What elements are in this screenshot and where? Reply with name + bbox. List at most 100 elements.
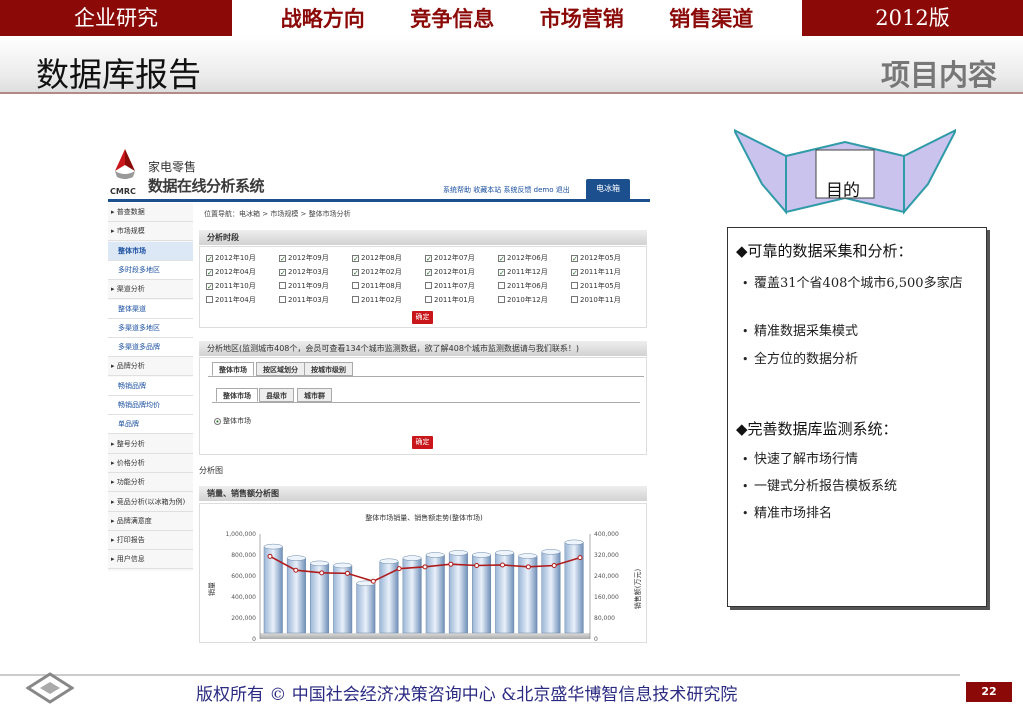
nav-sales-channel[interactable]: 销售渠道: [669, 3, 753, 33]
period-checkbox[interactable]: ✓ 2011年11月: [571, 267, 621, 277]
sidebar-item[interactable]: ▸ 普查数据: [108, 203, 193, 222]
line-point: [577, 555, 583, 561]
region-header: 分析地区(监测城市408个，会员可查看134个城市监测数据，欲了解408个城市监…: [199, 341, 647, 356]
period-checkbox[interactable]: 2011年02月: [352, 295, 402, 305]
period-checkbox[interactable]: ✓ 2012年03月: [279, 267, 329, 277]
bar-top: [286, 555, 306, 561]
sidebar-item[interactable]: ▸ 用户信息: [108, 550, 193, 570]
period-checkbox[interactable]: ✓ 2012年06月: [498, 253, 548, 263]
bar-top: [263, 543, 283, 550]
period-checkbox[interactable]: ✓ 2012年08月: [352, 253, 402, 263]
region-confirm-button[interactable]: 确定: [412, 436, 433, 449]
period-confirm-button[interactable]: 确定: [412, 311, 433, 324]
bar: [263, 546, 283, 634]
checked-box-icon: ✓: [425, 255, 432, 263]
y-tick-label: 1,000,000: [225, 531, 256, 538]
breadcrumb: 位置导航：电冰箱 > 市场规模 > 整体市场分析: [204, 210, 351, 218]
tab-region-overall[interactable]: 整体市场: [212, 362, 254, 376]
period-checkbox[interactable]: ✓ 2012年04月: [206, 267, 256, 277]
tab-refrigerator[interactable]: 电冰箱: [586, 179, 630, 199]
sidebar-item[interactable]: ▸ 价格分析: [108, 454, 193, 473]
y2-tick-label: 80,000: [594, 615, 615, 622]
sidebar-item[interactable]: 多渠道多品牌: [108, 338, 193, 358]
unchecked-box-icon: [279, 282, 286, 289]
period-checkbox[interactable]: 2011年05月: [571, 281, 621, 291]
sidebar-item[interactable]: 畅销品牌: [108, 376, 193, 396]
sidebar-item[interactable]: 单品牌: [108, 415, 193, 435]
period-checkbox[interactable]: 2011年01月: [425, 295, 475, 305]
nav-competition[interactable]: 竞争信息: [410, 3, 494, 33]
bar-top: [379, 558, 399, 565]
period-checkbox[interactable]: 2011年04月: [206, 295, 256, 305]
sidebar-item[interactable]: 畅销品牌均价: [108, 396, 193, 415]
sidebar-item[interactable]: 整体市场: [108, 241, 193, 261]
period-checkbox[interactable]: ✓ 2012年07月: [425, 253, 475, 263]
sidebar-item[interactable]: ▸ 整号分析: [108, 435, 193, 454]
y2-tick-label: 0: [594, 636, 598, 643]
period-label: 2012年08月: [361, 254, 402, 262]
checked-box-icon: ✓: [206, 269, 213, 277]
unchecked-box-icon: [425, 296, 432, 303]
period-checkbox[interactable]: ✓ 2012年05月: [571, 253, 621, 263]
sidebar-item[interactable]: ▸ 品牌满意度: [108, 512, 193, 531]
period-checkbox[interactable]: ✓ 2011年10月: [206, 281, 256, 291]
period-checkbox[interactable]: 2011年08月: [352, 281, 402, 291]
period-checkbox[interactable]: 2010年12月: [498, 295, 548, 305]
subtab-county[interactable]: 县级市: [259, 388, 294, 402]
line-point: [293, 567, 299, 573]
subtab-divider: [212, 402, 640, 403]
period-checkbox[interactable]: 2011年09月: [279, 281, 329, 291]
nav-marketing[interactable]: 市场营销: [540, 3, 624, 33]
unchecked-box-icon: [571, 296, 578, 303]
subtab-city-cluster[interactable]: 城市群: [297, 388, 332, 402]
period-checkbox[interactable]: 2011年06月: [498, 281, 548, 291]
app-top-links[interactable]: 系统帮助 收藏本站 系统反馈 demo 退出: [443, 185, 570, 195]
line-point: [396, 566, 402, 572]
period-checkbox[interactable]: ✓ 2011年12月: [498, 267, 548, 277]
bar-top: [541, 549, 561, 555]
sidebar-item[interactable]: 多时段多地区: [108, 260, 193, 280]
footer-copyright: 版权所有 © 中国社会经济决策咨询中心 &北京盛华博智信息技术研究院: [196, 685, 738, 705]
period-checkbox[interactable]: 2011年03月: [279, 295, 329, 305]
sidebar-item[interactable]: ▸ 打印报告: [108, 531, 193, 551]
sidebar-item[interactable]: ▸ 功能分析: [108, 473, 193, 493]
y-tick-label: 600,000: [231, 573, 256, 580]
y2-tick-label: 320,000: [594, 552, 619, 559]
sidebar-item[interactable]: 多渠道多地区: [108, 318, 193, 338]
period-checkbox[interactable]: ✓ 2012年10月: [206, 253, 256, 263]
sidebar-item[interactable]: 整体渠道: [108, 299, 193, 319]
subtab-overall[interactable]: 整体市场: [216, 388, 258, 402]
period-checkbox[interactable]: ✓ 2012年02月: [352, 267, 402, 277]
y2-axis-label: 销售额(万元): [633, 569, 642, 610]
line-point: [448, 561, 454, 567]
sidebar-item[interactable]: ▸ 竞品分析(以冰箱为例): [108, 493, 193, 512]
period-label: 2011年10月: [215, 282, 256, 290]
info-item: 快速了解市场行情: [742, 450, 974, 470]
period-checkbox[interactable]: ✓ 2012年01月: [425, 267, 475, 277]
period-label: 2011年05月: [580, 282, 621, 290]
page-title: 数据库报告: [36, 55, 201, 94]
sidebar-item[interactable]: ▸ 渠道分析: [108, 280, 193, 300]
period-label: 2011年03月: [288, 296, 329, 304]
period-label: 2012年01月: [434, 268, 475, 276]
checked-box-icon: ✓: [279, 269, 286, 277]
nav-strategy[interactable]: 战略方向: [281, 3, 365, 33]
header-edition-label: 2012版: [875, 6, 950, 30]
chart-floor: [260, 633, 590, 639]
line-point: [267, 553, 273, 559]
sidebar-item[interactable]: ▸ 品牌分析: [108, 357, 193, 377]
tab-region-area[interactable]: 按区域划分: [256, 362, 305, 376]
region-radio-label: 整体市场: [223, 417, 251, 425]
period-checkbox[interactable]: 2010年11月: [571, 295, 621, 305]
region-radio[interactable]: • 整体市场: [214, 416, 251, 426]
period-checkbox[interactable]: 2011年07月: [425, 281, 475, 291]
period-checkbox[interactable]: ✓ 2012年09月: [279, 253, 329, 263]
line-point: [422, 564, 428, 570]
period-label: 2012年02月: [361, 268, 402, 276]
sidebar-item[interactable]: ▸ 市场规模: [108, 222, 193, 242]
info-item: 全方位的数据分析: [742, 350, 974, 370]
period-label: 2012年03月: [288, 268, 329, 276]
footer-logo-icon: [26, 672, 74, 704]
unchecked-box-icon: [498, 282, 505, 289]
tab-region-city-level[interactable]: 按城市级别: [304, 362, 353, 376]
